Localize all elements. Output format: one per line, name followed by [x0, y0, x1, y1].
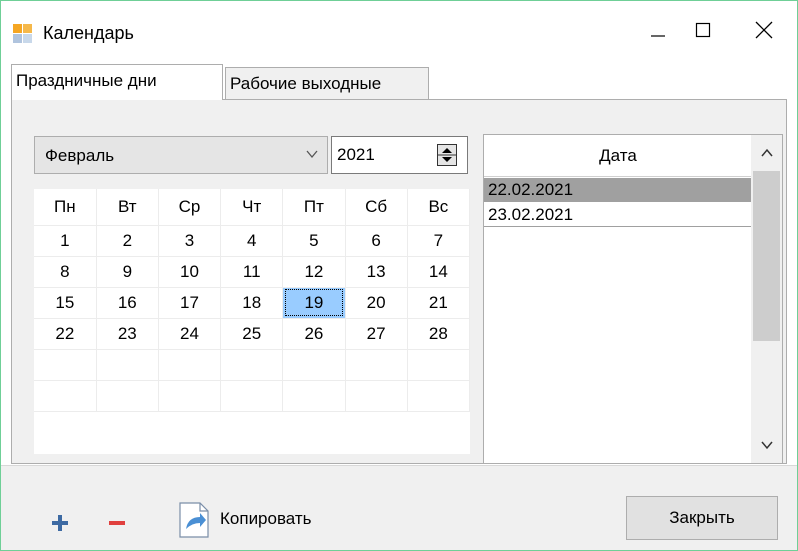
tab-working-weekends[interactable]: Рабочие выходные: [225, 67, 429, 101]
spin-arrows-icon: [438, 148, 456, 162]
day-cell[interactable]: 22: [34, 318, 97, 350]
day-cell[interactable]: 15: [34, 287, 97, 319]
day-cell[interactable]: 8: [34, 256, 97, 288]
day-cell[interactable]: 2: [96, 225, 159, 257]
day-cell-empty: [158, 349, 222, 381]
day-cell[interactable]: 3: [158, 225, 222, 257]
vertical-scrollbar[interactable]: [751, 135, 782, 463]
weekday-mon: Пн: [34, 189, 97, 226]
copy-document-icon: [179, 502, 209, 538]
calendar-week-row: [34, 380, 471, 412]
day-cell[interactable]: 7: [407, 225, 471, 257]
day-cell[interactable]: 27: [345, 318, 408, 350]
day-cell-empty: [158, 380, 222, 412]
calendar-week-row: 8 9 10 11 12 13 14: [34, 256, 471, 288]
window-title: Календарь: [43, 23, 134, 43]
day-cell[interactable]: 25: [220, 318, 284, 350]
day-cell[interactable]: 20: [345, 287, 408, 319]
day-cell-selected[interactable]: 19: [282, 287, 346, 319]
close-window-button[interactable]: [734, 1, 794, 59]
calendar-window: Календарь Праздничные дни Рабочие выходн…: [0, 0, 798, 551]
weekday-header-row: Пн Вт Ср Чт Пт Сб Вс: [34, 189, 471, 226]
month-select-value: Февраль: [45, 146, 115, 165]
day-cell[interactable]: 5: [282, 225, 346, 257]
day-cell[interactable]: 21: [407, 287, 471, 319]
day-cell[interactable]: 28: [407, 318, 471, 350]
day-cell[interactable]: 26: [282, 318, 346, 350]
day-cell-empty: [220, 349, 284, 381]
date-list-row[interactable]: 23.02.2021: [484, 203, 752, 227]
day-cell[interactable]: 16: [96, 287, 159, 319]
date-list-row-selected[interactable]: 22.02.2021: [484, 178, 752, 202]
day-cell-empty: [220, 380, 284, 412]
weekday-fri: Пт: [282, 189, 346, 226]
weekday-sun: Вс: [407, 189, 471, 226]
day-cell[interactable]: 13: [345, 256, 408, 288]
day-cell[interactable]: 11: [220, 256, 284, 288]
tab-holidays[interactable]: Праздничные дни: [11, 64, 223, 100]
day-cell-empty: [96, 349, 159, 381]
minimize-icon: [651, 35, 665, 37]
close-icon: [755, 21, 773, 39]
day-cell-empty: [407, 380, 471, 412]
add-button[interactable]: [51, 514, 69, 537]
day-cell-empty: [345, 349, 408, 381]
title-bar[interactable]: Календарь: [1, 1, 797, 59]
copy-button-label: Копировать: [220, 509, 312, 528]
day-cell-empty: [345, 380, 408, 412]
year-spinner[interactable]: 2021: [331, 136, 468, 174]
scroll-thumb[interactable]: [753, 171, 780, 341]
bottom-toolbar: Копировать Закрыть: [1, 465, 797, 550]
day-cell[interactable]: 4: [220, 225, 284, 257]
plus-icon: [52, 515, 68, 531]
remove-button[interactable]: [108, 514, 126, 537]
copy-button[interactable]: Копировать: [178, 499, 312, 539]
day-cell-empty: [282, 380, 346, 412]
weekday-wed: Ср: [158, 189, 222, 226]
scroll-down-button[interactable]: [751, 427, 782, 463]
calendar-week-row: 15 16 17 18 19 20 21: [34, 287, 471, 319]
chevron-down-icon: [306, 150, 318, 159]
chevron-up-icon: [760, 148, 773, 157]
day-cell[interactable]: 23: [96, 318, 159, 350]
year-spinner-value: 2021: [337, 145, 375, 164]
chevron-down-icon: [760, 441, 773, 450]
date-list[interactable]: Дата 22.02.2021 23.02.2021: [483, 134, 783, 464]
calendar-week-row: 22 23 24 25 26 27 28: [34, 318, 471, 350]
minus-icon: [109, 521, 125, 525]
spin-buttons[interactable]: [437, 144, 457, 166]
maximize-button[interactable]: [673, 1, 733, 59]
weekday-thu: Чт: [220, 189, 284, 226]
weekday-sat: Сб: [345, 189, 408, 226]
day-cell[interactable]: 6: [345, 225, 408, 257]
close-button[interactable]: Закрыть: [626, 496, 778, 540]
calendar-app-icon: [13, 24, 33, 44]
weekday-tue: Вт: [96, 189, 159, 226]
day-cell[interactable]: 14: [407, 256, 471, 288]
calendar-week-row: [34, 349, 471, 381]
day-cell-empty: [34, 380, 97, 412]
day-cell-empty: [34, 349, 97, 381]
calendar-grid: Пн Вт Ср Чт Пт Сб Вс 1 2 3 4 5 6 7 8 9 1…: [34, 189, 471, 454]
day-cell[interactable]: 12: [282, 256, 346, 288]
day-cell[interactable]: 1: [34, 225, 97, 257]
day-cell-empty: [282, 349, 346, 381]
day-cell[interactable]: 10: [158, 256, 222, 288]
day-cell[interactable]: 24: [158, 318, 222, 350]
calendar-week-row: 1 2 3 4 5 6 7: [34, 225, 471, 257]
day-cell[interactable]: 9: [96, 256, 159, 288]
day-cell-empty: [407, 349, 471, 381]
day-cell[interactable]: 18: [220, 287, 284, 319]
maximize-icon: [695, 22, 711, 38]
scroll-up-button[interactable]: [751, 135, 782, 171]
day-cell[interactable]: 17: [158, 287, 222, 319]
day-cell-empty: [96, 380, 159, 412]
month-select[interactable]: Февраль: [34, 136, 328, 174]
date-column-header[interactable]: Дата: [484, 135, 752, 177]
